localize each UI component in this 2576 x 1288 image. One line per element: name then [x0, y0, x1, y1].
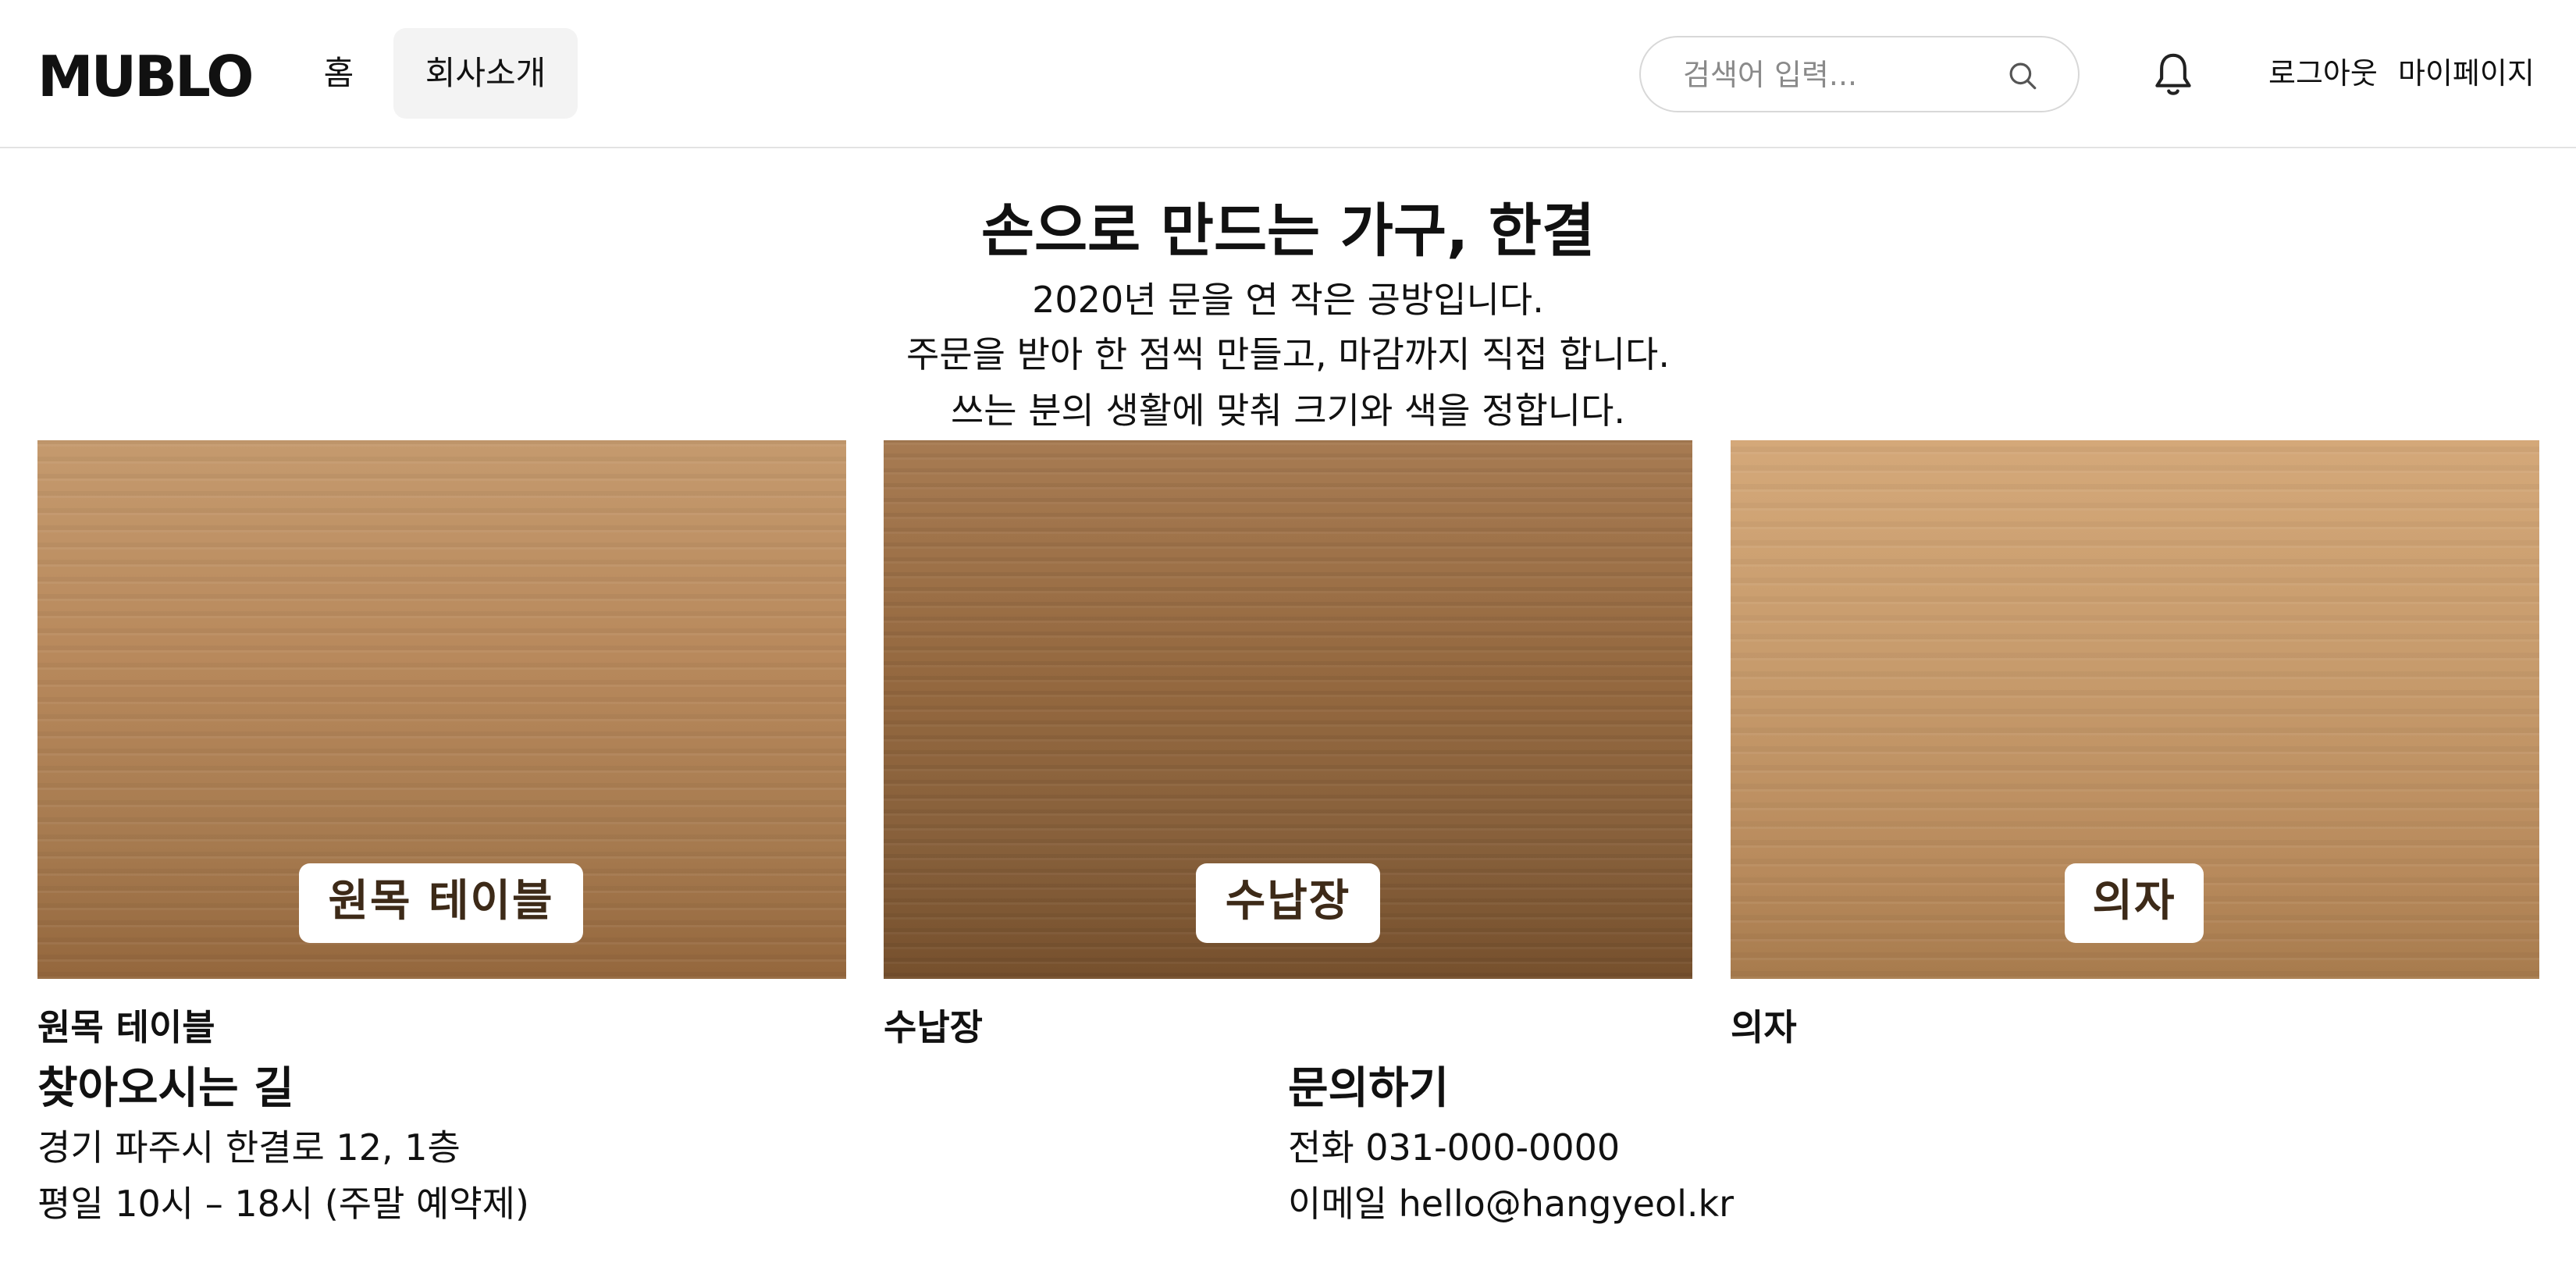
- nav-item-about[interactable]: 회사소개: [393, 28, 578, 119]
- product-overlay-label: 의자: [2065, 863, 2204, 943]
- logout-link[interactable]: 로그아웃: [2268, 53, 2378, 94]
- product-title[interactable]: 원목 테이블: [37, 1004, 215, 1051]
- contact-email[interactable]: 이메일 hello@hangyeol.kr: [1288, 1180, 1734, 1227]
- hero-title: 손으로 만드는 가구, 한결: [980, 197, 1596, 265]
- hero-description-line: 쓰는 분의 생활에 맞춰 크기와 색을 정합니다.: [950, 390, 1626, 432]
- search-box: [1639, 36, 2080, 112]
- product-title[interactable]: 의자: [1731, 1004, 1797, 1051]
- directions-hours: 평일 10시 – 18시 (주말 예약제): [37, 1183, 529, 1225]
- product-overlay-label: 수납장: [1196, 863, 1380, 943]
- hero-description-line: 2020년 문을 연 작은 공방입니다.: [1032, 279, 1544, 321]
- directions-address: 경기 파주시 한결로 12, 1층: [37, 1126, 461, 1169]
- directions-title: 찾아오시는 길: [37, 1063, 294, 1114]
- brand-logo[interactable]: MUBLO: [37, 45, 254, 108]
- top-navigation-bar: MUBLO 홈 회사소개 로그아웃 마이페이지: [0, 0, 2576, 148]
- hero-description-line: 주문을 받아 한 점씩 만들고, 마감까지 직접 합니다.: [906, 333, 1670, 375]
- search-icon[interactable]: [2006, 59, 2039, 92]
- contact-title: 문의하기: [1288, 1063, 1450, 1114]
- mypage-link[interactable]: 마이페이지: [2398, 53, 2535, 94]
- product-overlay-label: 원목 테이블: [299, 863, 583, 943]
- contact-phone[interactable]: 전화 031-000-0000: [1288, 1124, 1620, 1171]
- product-title[interactable]: 수납장: [884, 1004, 983, 1051]
- nav-item-home[interactable]: 홈: [311, 28, 367, 119]
- search-input[interactable]: [1681, 37, 1997, 112]
- bell-icon[interactable]: [2151, 50, 2195, 100]
